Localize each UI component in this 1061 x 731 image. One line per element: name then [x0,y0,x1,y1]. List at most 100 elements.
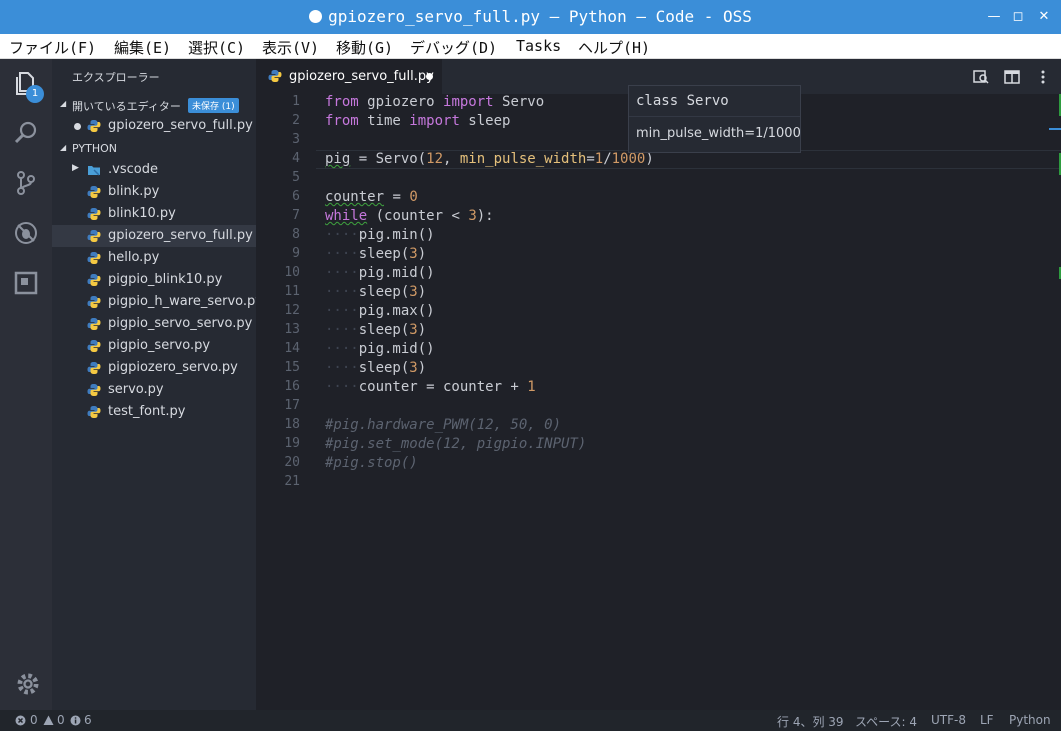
warning-icon[interactable] [43,715,54,726]
open-editor-item[interactable]: gpiozero_servo_full.py [52,115,256,137]
menu-go[interactable]: 移動(G) [336,37,393,58]
code-token: #pig.stop() [325,455,418,471]
code-line[interactable]: while (counter < 3): [325,208,494,224]
code-token: ) [645,151,654,167]
overview-ruler-cursor [1049,128,1061,130]
extensions-icon[interactable] [12,269,40,297]
code-line[interactable]: ····pig.max() [325,303,435,319]
split-editor-icon[interactable] [1003,68,1021,86]
menu-tasks[interactable]: Tasks [516,37,561,55]
line-number: 12 [284,303,300,318]
code-token: pig.mid() [358,265,435,281]
code-token: ) [417,284,427,300]
code-line[interactable]: ····sleep(3) [325,246,426,262]
python-file-icon [87,186,101,198]
gear-icon[interactable] [14,670,39,695]
indentation[interactable]: スペース: 4 [855,713,917,730]
warning-count[interactable]: 0 [57,713,65,727]
hover-tooltip: class Servo min_pulse_width=1/1000 [628,85,801,153]
more-actions-icon[interactable] [1034,68,1052,86]
language-mode[interactable]: Python [1009,713,1051,727]
tree-file[interactable]: hello.py [52,247,256,269]
code-token: ): [476,208,494,224]
code-token: = [586,151,595,167]
line-number: 14 [284,341,300,356]
code-token: ···· [325,322,359,338]
code-editor[interactable]: 1 2 3 4 5 6 7 8 9 10 11 12 13 14 15 16 17 18 19 20 21 from g… [256,94,1061,710]
close-button[interactable]: ✕ [1035,8,1053,26]
tree-file-name: pigpio_servo_servo.py [108,316,253,331]
menu-view[interactable]: 表示(V) [262,37,319,58]
explorer-sidebar: エクスプローラー ◢ 開いているエディター 未保存 (1) gpiozero_s… [52,59,263,710]
line-number: 1 [292,94,300,109]
code-line[interactable]: pig = Servo(12, min_pulse_width=1/1000) [325,151,654,167]
menu-file[interactable]: ファイル(F) [9,37,96,58]
line-number: 13 [284,322,300,337]
folder-header[interactable]: ◢ PYTHON [52,139,256,159]
line-number: 19 [284,436,300,451]
unsaved-dot-icon [309,10,323,23]
code-line[interactable]: ····pig.mid() [325,265,435,281]
line-number: 9 [292,246,300,261]
tree-file[interactable]: pigpio_blink10.py [52,269,256,291]
code-token: while [325,208,368,224]
tree-file[interactable]: pigpiozero_servo.py [52,357,256,379]
maximize-button[interactable]: ◻ [1009,8,1027,26]
tab-active[interactable]: gpiozero_servo_full.py [256,59,442,94]
code-line[interactable]: counter = 0 [325,189,418,205]
cursor-position[interactable]: 行 4、列 39 [777,713,844,730]
tree-file[interactable]: blink.py [52,181,256,203]
line-ending[interactable]: LF [980,713,994,727]
tree-file[interactable]: test_font.py [52,401,256,423]
code-line[interactable]: ····pig.min() [325,227,435,243]
code-line[interactable]: ····sleep(3) [325,360,426,376]
line-number: 3 [292,132,300,147]
code-line[interactable]: ····counter = counter + 1 [325,379,536,395]
code-line[interactable]: #pig.set_mode(12, pigpio.INPUT) [325,436,586,452]
unsaved-badge: 未保存 (1) [188,98,239,113]
code-token: #pig.set_mode(12, pigpio.INPUT) [325,436,587,452]
menu-bar: ファイル(F) 編集(E) 選択(C) 表示(V) 移動(G) デバッグ(D) … [0,34,1061,59]
tree-file[interactable]: servo.py [52,379,256,401]
minimize-button[interactable]: — [985,8,1003,26]
error-count[interactable]: 0 [30,713,38,727]
menu-selection[interactable]: 選択(C) [188,37,245,58]
open-editors-header[interactable]: ◢ 開いているエディター 未保存 (1) [52,95,256,115]
code-token: 3 [409,322,418,338]
code-line[interactable]: #pig.hardware_PWM(12, 50, 0) [325,417,561,433]
code-token: 3 [468,208,477,224]
code-line[interactable]: ····pig.mid() [325,341,435,357]
tree-file[interactable]: pigpio_servo.py [52,335,256,357]
code-token: min_pulse_width [459,151,587,167]
modified-dot-icon [74,123,81,130]
code-token: 3 [409,360,418,376]
code-line[interactable]: from gpiozero import Servo [325,94,544,110]
code-line[interactable]: ····sleep(3) [325,322,426,338]
tree-file[interactable]: pigpio_servo_servo.py [52,313,256,335]
tree-file-selected[interactable]: gpiozero_servo_full.py [52,225,256,247]
open-changes-icon[interactable] [972,68,990,86]
error-icon[interactable] [15,715,26,726]
search-icon[interactable] [12,119,40,147]
code-token: pig [325,151,351,167]
tree-folder-vscode[interactable]: ▶ .vscode [52,159,256,181]
code-token: ) [417,246,427,262]
tree-file[interactable]: blink10.py [52,203,256,225]
menu-edit[interactable]: 編集(E) [114,37,171,58]
code-line[interactable]: #pig.stop() [325,455,418,471]
code-token: ) [417,322,427,338]
encoding[interactable]: UTF-8 [931,713,966,727]
chevron-right-icon: ▶ [72,163,79,173]
tree-file[interactable]: pigpio_h_ware_servo.py [52,291,263,313]
code-token: sleep( [358,246,410,262]
info-count[interactable]: 6 [84,713,92,727]
code-token: pig.min() [358,227,435,243]
menu-help[interactable]: ヘルプ(H) [578,37,650,58]
source-control-icon[interactable] [12,169,40,197]
sidebar-title: エクスプローラー [72,71,160,84]
menu-debug[interactable]: デバッグ(D) [410,37,497,58]
code-line[interactable]: ····sleep(3) [325,284,426,300]
debug-icon[interactable] [12,219,40,247]
info-icon[interactable] [70,715,81,726]
code-line[interactable]: from time import sleep [325,113,510,129]
